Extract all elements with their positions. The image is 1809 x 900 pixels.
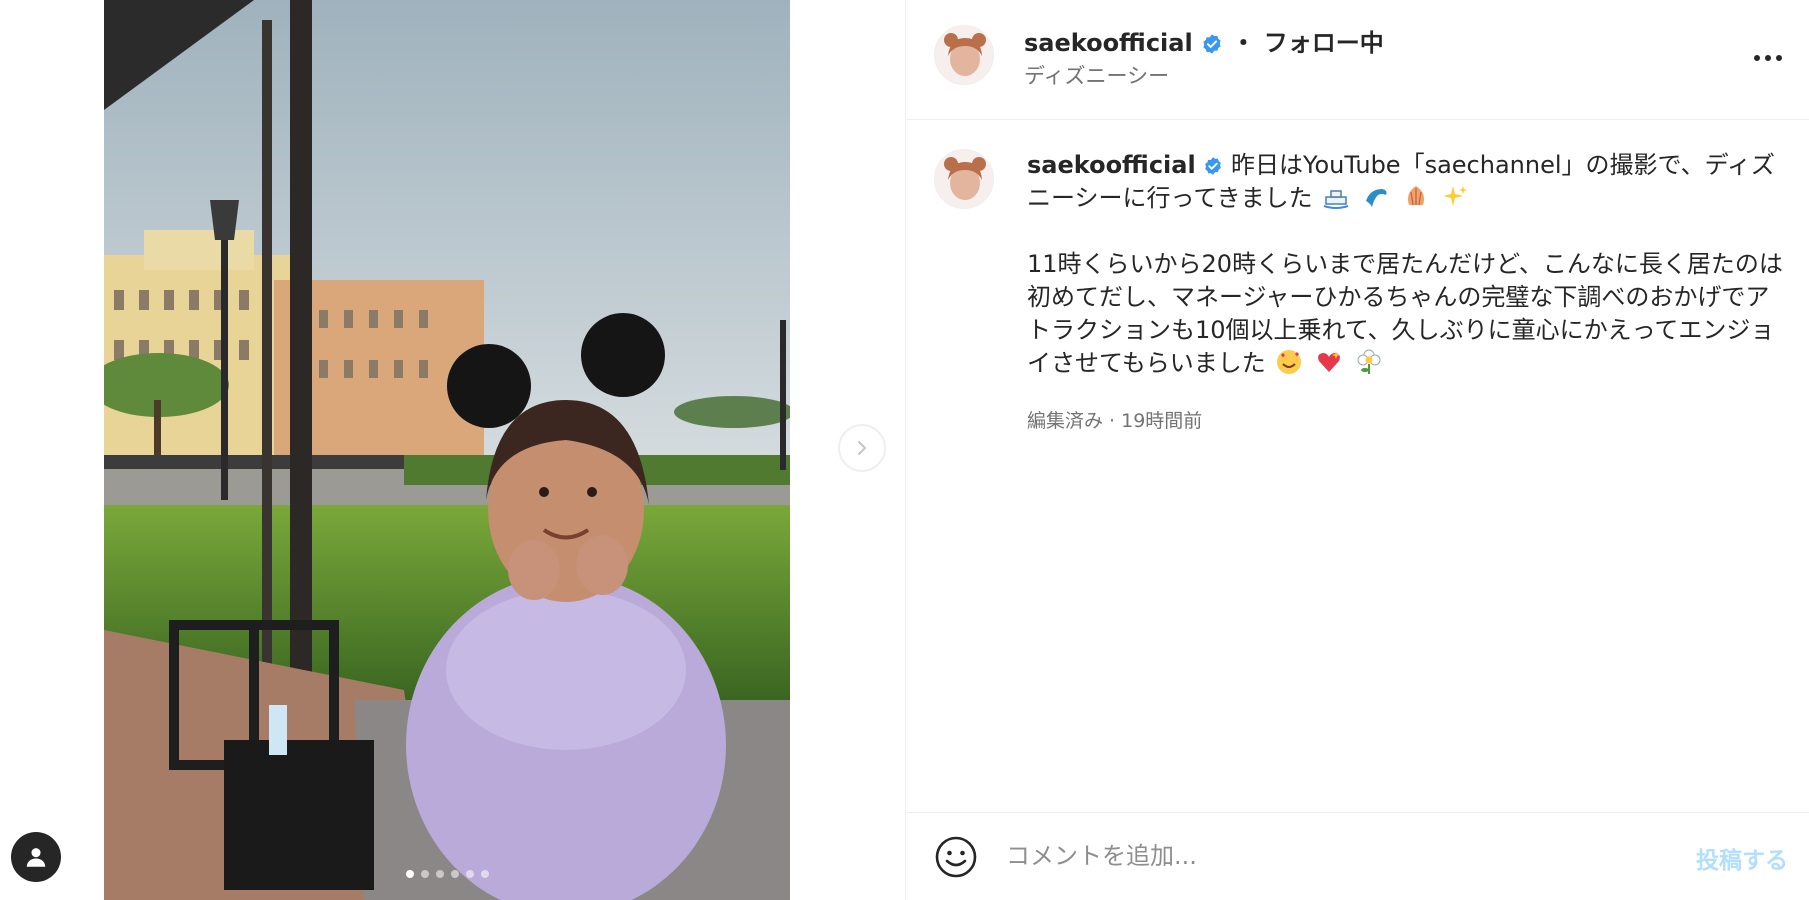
caption-username[interactable]: saekoofficial xyxy=(1027,151,1196,179)
caption-area: saekoofficial 昨日はYouTube「saechannel」の撮影で… xyxy=(906,121,1809,811)
more-horizontal-icon xyxy=(1754,55,1782,61)
header-username-line: saekoofficial ・ フォロー中 xyxy=(1024,23,1384,58)
post-comment-button[interactable]: 投稿する xyxy=(1696,841,1788,875)
ship-emoji-icon xyxy=(1323,190,1349,209)
emoji-picker-button[interactable] xyxy=(934,835,978,879)
more-options-button[interactable] xyxy=(1750,40,1786,76)
location-link[interactable]: ディズニーシー xyxy=(1024,60,1169,90)
separator-dot: ・ xyxy=(1231,29,1256,57)
post-header: saekoofficial ・ フォロー中 ディズニーシー xyxy=(906,0,1809,120)
person-icon xyxy=(26,848,46,867)
post-photo[interactable] xyxy=(104,0,790,900)
next-photo-button[interactable] xyxy=(838,424,886,472)
post-details-panel: saekoofficial ・ フォロー中 ディズニーシー saekooffic… xyxy=(905,0,1809,900)
carousel-dot xyxy=(480,870,489,878)
caption-paragraph2: 11時くらいから20時くらいまで居たんだけど、こんなに長く居たのは初めてだし、マ… xyxy=(1027,250,1783,377)
carousel-dot xyxy=(465,870,474,878)
username-link[interactable]: saekoofficial xyxy=(1024,29,1193,57)
comment-bar: 投稿する xyxy=(906,812,1809,900)
chevron-right-icon xyxy=(857,440,867,456)
carousel-dot xyxy=(450,870,459,878)
avatar[interactable] xyxy=(934,25,994,85)
following-button[interactable]: フォロー中 xyxy=(1264,29,1384,57)
carousel-dot xyxy=(435,870,444,878)
caption-text: saekoofficial 昨日はYouTube「saechannel」の撮影で… xyxy=(1027,149,1787,380)
caption-avatar[interactable] xyxy=(934,149,994,209)
verified-badge-icon xyxy=(1203,34,1221,54)
sparkles-emoji-icon xyxy=(1443,186,1468,206)
dolphin-emoji-icon xyxy=(1365,189,1387,207)
carousel-dot xyxy=(405,870,414,878)
avatar-image xyxy=(935,150,993,208)
left-gutter xyxy=(0,0,104,900)
carousel-dot xyxy=(420,870,429,878)
carousel-indicator xyxy=(104,870,790,878)
smiling-hearts-emoji-icon xyxy=(1277,350,1302,374)
avatar-image xyxy=(935,26,993,84)
verified-badge-icon xyxy=(1205,157,1222,175)
flower-emoji-icon xyxy=(1357,349,1381,374)
user-profile-button[interactable] xyxy=(11,832,61,882)
photo-illustration xyxy=(104,0,790,900)
smiley-icon xyxy=(935,836,977,878)
shell-emoji-icon xyxy=(1407,186,1424,206)
comment-input[interactable] xyxy=(1006,833,1566,879)
post-meta: 編集済み · 19時間前 xyxy=(1027,410,1203,432)
sparkling-heart-emoji-icon xyxy=(1318,351,1341,372)
